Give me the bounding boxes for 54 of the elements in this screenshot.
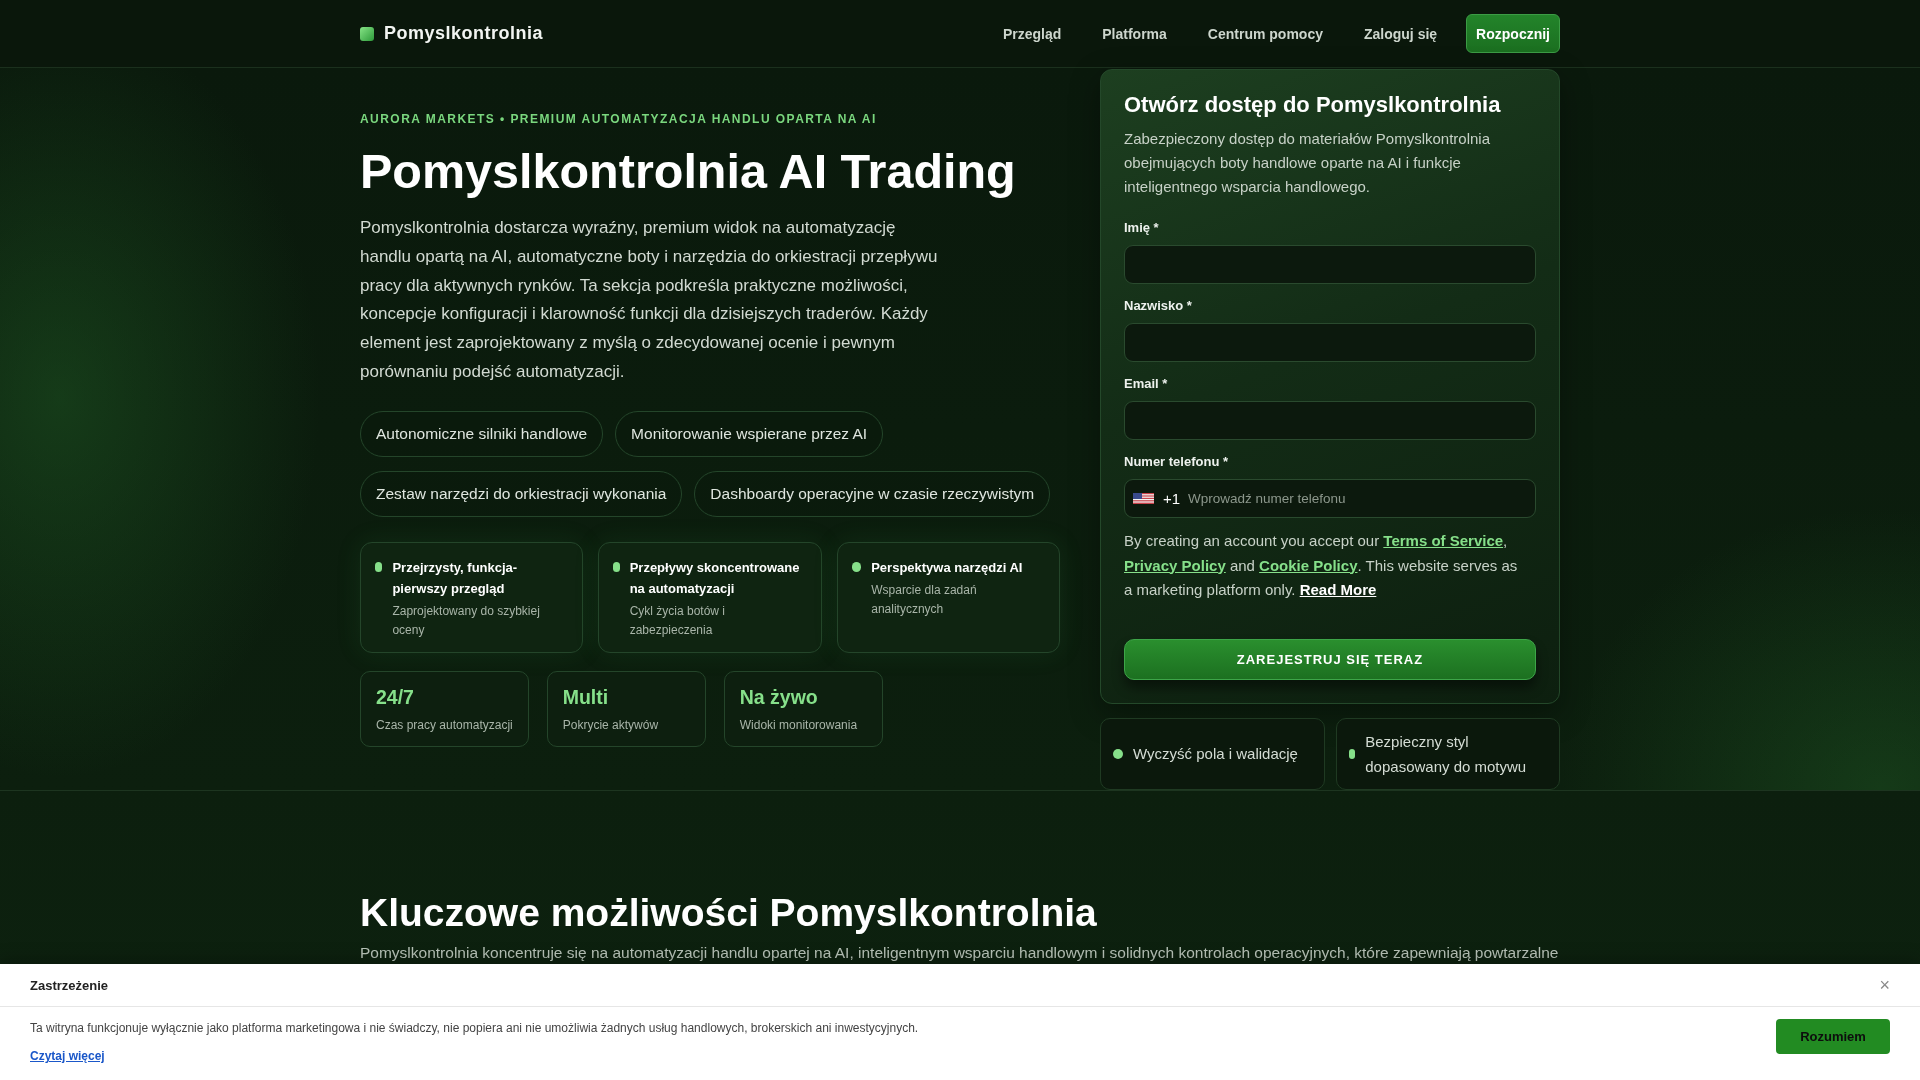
policy-link[interactable]: Cookie Policy: [1259, 556, 1358, 574]
feature-tag: Zestaw narzędzi do orkiestracji wykonania: [360, 470, 683, 517]
consent-text: By creating an account you accept our Terms of Service, Privacy Policy and Cookie Policy. This website serves as a marketing platform only. Read More: [1124, 531, 1519, 600]
field-label: Nazwisko *: [1124, 298, 1193, 314]
hero-title: Pomyslkontrolnia AI Trading: [360, 143, 1017, 200]
input-field[interactable]: [1124, 323, 1536, 362]
form-description: Zabezpieczony dostęp do materiałów Pomyslkontrolnia obejmujących boty handlowe oparte na AI i funkcje inteligentnego wsparcia handlowego.: [1124, 129, 1492, 197]
nav-link[interactable]: Przegląd: [1002, 25, 1062, 42]
register-button[interactable]: ZAREJESTRUJ SIĘ TERAZ: [1124, 638, 1536, 680]
feature-subtitle: Cykl życia botów i zabezpieczenia: [629, 602, 727, 640]
nav-link[interactable]: Centrum pomocy: [1207, 25, 1323, 42]
feature-subtitle: Zaprojektowany do szybkiej oceny: [392, 602, 541, 640]
feature-title: Przepływy skoncentrowane na automatyzacji: [629, 558, 801, 598]
eyebrow-text: AURORA MARKETS • PREMIUM AUTOMATYZACJA HANDLU OPARTA NA AI: [360, 111, 878, 127]
feature-title: Przejrzysty, funkcja-pierwszy przegląd: [392, 558, 519, 598]
note-text: Wyczyść pola i walidację: [1133, 744, 1298, 764]
stat-label: Widoki monitorowania: [739, 716, 859, 734]
input-field[interactable]: [1124, 245, 1536, 284]
read-more-link[interactable]: Czytaj więcej: [30, 1047, 105, 1065]
stat-value: Multi: [562, 684, 610, 709]
feature-tag: Autonomiczne silniki handlowe: [360, 410, 604, 457]
country-code: +1: [1163, 489, 1181, 508]
logo-text: Pomyslkontrolnia: [384, 23, 544, 44]
disclaimer-text: Ta witryna funkcjonuje wyłącznie jako platforma marketingowa i nie świadczy, nie popiera ani nie umożliwia żadnych usług handlowych, brokerskich ani inwestycyjnych.: [30, 1020, 919, 1037]
feature-tag: Dashboardy operacyjne w czasie rzeczywistym: [694, 470, 1051, 517]
field-label: Email *: [1124, 376, 1169, 392]
policy-link[interactable]: Privacy Policy: [1124, 556, 1226, 574]
read-more-link[interactable]: Read More: [1299, 581, 1377, 598]
field-label: Imię *: [1124, 220, 1160, 236]
feature-title: Perspektywa narzędzi AI: [871, 558, 1024, 577]
dot-icon: [1113, 748, 1123, 759]
dot-icon: [851, 561, 862, 572]
close-button[interactable]: ×: [1879, 976, 1890, 994]
start-button[interactable]: Rozpocznij: [1466, 14, 1560, 53]
stat-label: Czas pracy automatyzacji: [376, 716, 513, 734]
feature-tag: Monitorowanie wspierane przez AI: [615, 410, 884, 457]
logo-icon: [360, 26, 374, 41]
nav-link[interactable]: Zaloguj się: [1364, 25, 1438, 42]
section-description: Pomyslkontrolnia koncentruje się na automatyzacji handlu opartej na AI, inteligentnym wsparciu handlowym i solidnych kontrolach operacyjnych, które zapewniają powtarzalne: [360, 942, 1559, 962]
stat-value: 24/7: [376, 684, 415, 709]
form-title: Otwórz dostęp do Pomyslkontrolnia: [1124, 91, 1502, 119]
accept-button[interactable]: Rozumiem: [1776, 1019, 1890, 1054]
section-title: Kluczowe możliwości Pomyslkontrolnia: [360, 889, 1098, 936]
field-label: Numer telefonu *: [1124, 454, 1229, 470]
feature-subtitle: Wsparcie dla zadań analitycznych: [871, 581, 978, 619]
flag-icon: [1133, 493, 1154, 504]
hero-description: Pomyslkontrolnia dostarcza wyraźny, premium widok na automatyzację handlu opartą na AI, automatyczne boty i narzędzia do orkiestracji przepływu pracy dla aktywnych rynków. Ta sekcja podkreśla praktyczne możliwości, koncepcje konfiguracji i klarowność funkcji dla dzisiejszych traderów. Każdy element jest zaprojektowany z myślą o zdecydowanej ocenie i pewnym porównaniu podejść automatyzacji.: [360, 217, 939, 383]
nav-link[interactable]: Platforma: [1102, 25, 1167, 42]
input-field[interactable]: [1124, 401, 1536, 440]
policy-link[interactable]: Terms of Service: [1383, 532, 1504, 549]
stat-value: Na żywo: [739, 684, 819, 709]
note-text: Bezpieczny styl dopasowany do motywu: [1365, 731, 1528, 777]
banner-title: Zastrzeżenie: [30, 977, 109, 993]
stat-label: Pokrycie aktywów: [562, 716, 660, 734]
